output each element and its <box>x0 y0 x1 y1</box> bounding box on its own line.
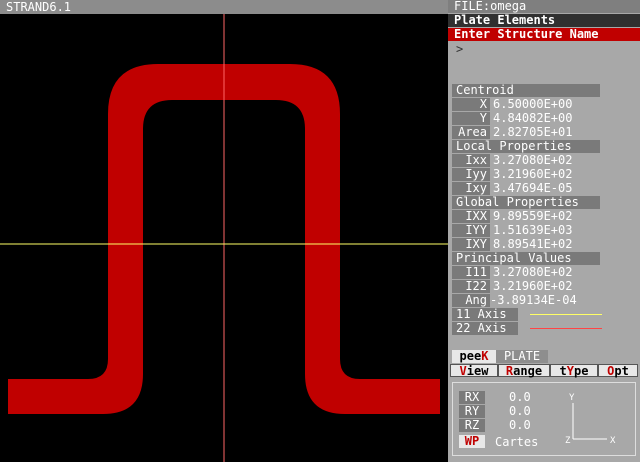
centroid-x-row: X 6.50000E+00 <box>452 98 640 111</box>
mode-title: Plate Elements <box>448 14 640 27</box>
triad-y-label: Y <box>569 393 575 403</box>
triad-z-label: Z <box>565 436 571 446</box>
local-ixy-row: Ixy 3.47694E-05 <box>452 182 640 195</box>
wp-ry-value[interactable]: 0.0 <box>509 405 531 418</box>
wp-button[interactable]: WP <box>459 435 485 448</box>
global-ixx-value: 9.89559E+02 <box>493 209 573 223</box>
principal-i11-label: I11 <box>452 266 490 279</box>
menu-view[interactable]: View <box>450 364 498 378</box>
local-ixx-label: Ixx <box>452 154 490 167</box>
tab-plate[interactable]: PLATE <box>496 350 548 363</box>
global-properties-header: Global Properties <box>452 196 600 209</box>
global-ixy-row: IXY 8.89541E+02 <box>452 238 640 251</box>
centroid-y-row: Y 4.84082E+00 <box>452 112 640 125</box>
principal-ang-label: Ang <box>452 294 490 307</box>
centroid-header: Centroid <box>452 84 600 97</box>
global-ixy-value: 8.89541E+02 <box>493 237 573 251</box>
wp-rx-label: RX <box>459 391 485 404</box>
centroid-x-label: X <box>452 98 490 111</box>
axis-11-legend: 11 Axis <box>452 308 636 321</box>
principal-i22-row: I22 3.21960E+02 <box>452 280 640 293</box>
local-ixx-row: Ixx 3.27080E+02 <box>452 154 640 167</box>
global-ixx-label: IXX <box>452 210 490 223</box>
file-name-bar: FILE:omega <box>448 0 640 13</box>
axis-11-line <box>530 314 602 315</box>
centroid-y-label: Y <box>452 112 490 125</box>
input-caret: > <box>456 42 464 56</box>
menu-opt-rest: pt <box>614 364 629 378</box>
local-iyy-value: 3.21960E+02 <box>493 167 573 181</box>
tab-peek-prefix: pee <box>459 349 482 363</box>
menu-type[interactable]: tYpe <box>550 364 598 378</box>
menu-view-rest: iew <box>466 364 489 378</box>
wp-mode-label: Cartes <box>495 435 539 449</box>
menu-view-hotkey: V <box>459 364 467 378</box>
local-ixx-value: 3.27080E+02 <box>493 153 573 167</box>
workplane-box: RX 0.0 RY 0.0 RZ 0.0 WP Cartes Y Z X <box>452 382 636 456</box>
local-properties-header: Local Properties <box>452 140 600 153</box>
axis-triad-icon: Y Z X <box>565 393 616 446</box>
centroid-area-value: 2.82705E+01 <box>493 125 573 139</box>
principal-i22-value: 3.21960E+02 <box>493 279 573 293</box>
wp-rx-value[interactable]: 0.0 <box>509 391 531 404</box>
graphics-viewport[interactable] <box>0 14 448 462</box>
structure-name-input[interactable]: > <box>448 42 640 56</box>
principal-i11-row: I11 3.27080E+02 <box>452 266 640 279</box>
global-iyy-value: 1.51639E+03 <box>493 223 573 237</box>
wp-rz-value[interactable]: 0.0 <box>509 419 531 432</box>
window-title-bar: STRAND6.1 <box>0 0 448 14</box>
tab-peek-hotkey: K <box>481 349 489 363</box>
menu-type-prefix: t <box>559 364 567 378</box>
principal-i11-value: 3.27080E+02 <box>493 265 573 279</box>
menu-opt[interactable]: Opt <box>598 364 638 378</box>
tab-peek[interactable]: peeK <box>452 350 496 363</box>
local-iyy-label: Iyy <box>452 168 490 181</box>
menu-type-rest: pe <box>574 364 589 378</box>
axis-22-line <box>530 328 602 329</box>
global-ixx-row: IXX 9.89559E+02 <box>452 210 640 223</box>
viewport-canvas[interactable] <box>0 14 448 462</box>
menu-range[interactable]: Range <box>498 364 550 378</box>
properties-panel: FILE:omega Plate Elements Enter Structur… <box>448 0 640 462</box>
local-ixy-label: Ixy <box>452 182 490 195</box>
centroid-x-value: 6.50000E+00 <box>493 97 573 111</box>
menu-range-rest: ange <box>513 364 543 378</box>
centroid-y-value: 4.84082E+00 <box>493 111 573 125</box>
local-iyy-row: Iyy 3.21960E+02 <box>452 168 640 181</box>
centroid-area-row: Area 2.82705E+01 <box>452 126 640 139</box>
prompt-label: Enter Structure Name <box>448 28 640 41</box>
menu-type-hotkey: Y <box>566 364 574 378</box>
window-title: STRAND6.1 <box>6 0 72 14</box>
axis-22-label: 22 Axis <box>452 322 518 335</box>
global-ixy-label: IXY <box>452 238 490 251</box>
axis-11-label: 11 Axis <box>452 308 518 321</box>
global-iyy-label: IYY <box>452 224 490 237</box>
principal-values-header: Principal Values <box>452 252 600 265</box>
axis-22-legend: 22 Axis <box>452 322 636 335</box>
centroid-area-label: Area <box>452 126 490 139</box>
principal-ang-row: Ang -3.89134E-04 <box>452 294 640 307</box>
principal-ang-value: -3.89134E-04 <box>490 293 577 307</box>
global-iyy-row: IYY 1.51639E+03 <box>452 224 640 237</box>
local-ixy-value: 3.47694E-05 <box>493 181 573 195</box>
wp-rz-label: RZ <box>459 419 485 432</box>
triad-x-label: X <box>610 436 616 446</box>
wp-ry-label: RY <box>459 405 485 418</box>
principal-i22-label: I22 <box>452 280 490 293</box>
